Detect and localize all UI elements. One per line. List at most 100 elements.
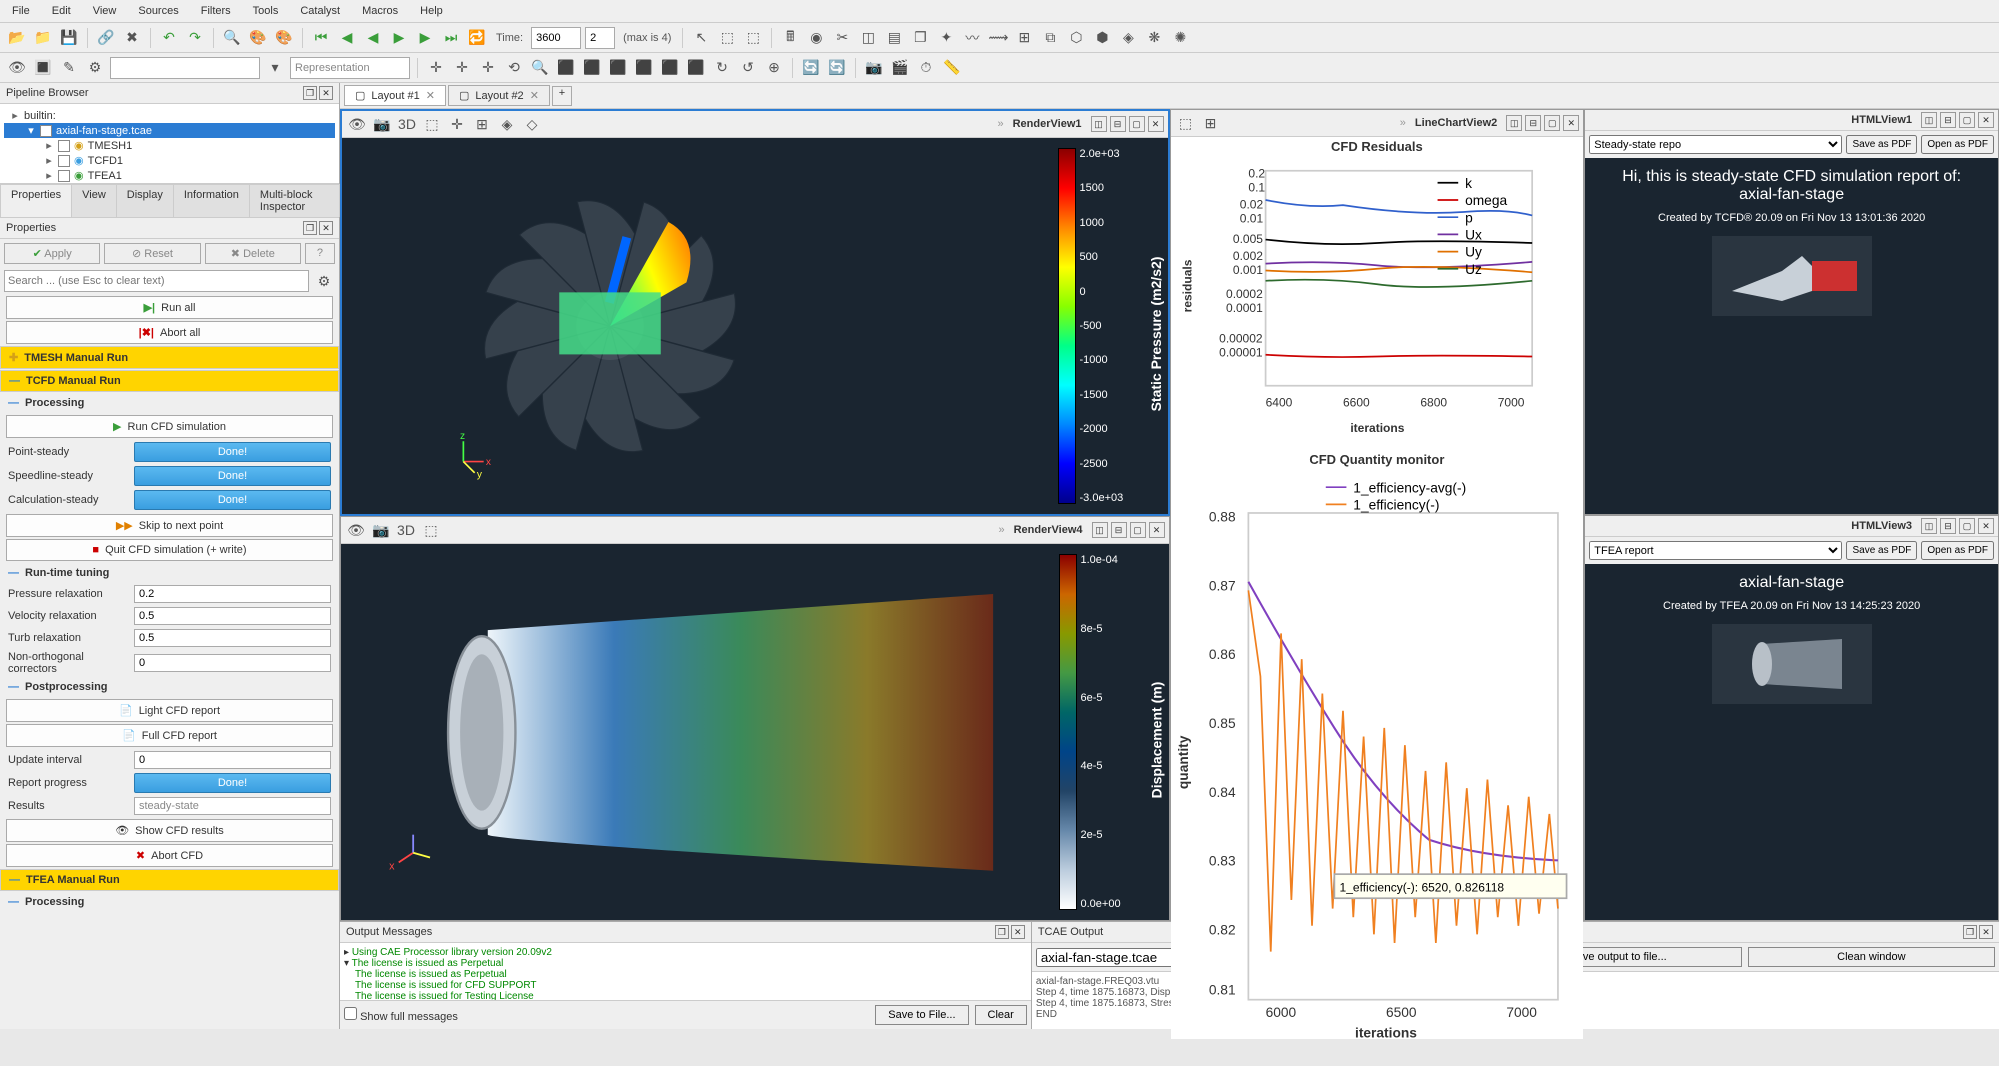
rot90-icon[interactable]: ↻ (711, 57, 733, 79)
hv3-v-icon[interactable]: ⊟ (1940, 518, 1956, 534)
rv4-btn3-icon[interactable]: ⬚ (420, 519, 442, 541)
runtime-section[interactable]: —Run-time tuning (0, 563, 339, 583)
rv1-3d-icon[interactable]: 3D (396, 113, 418, 135)
lc2-close-icon[interactable]: ✕ (1563, 115, 1579, 131)
tool6-icon[interactable]: ✺ (1169, 27, 1191, 49)
output-messages[interactable]: ▸ Using CAE Processor library version 20… (340, 943, 1031, 1000)
search-input[interactable] (4, 270, 309, 292)
rv1-btn1-icon[interactable]: 👁 (346, 113, 368, 135)
abort-all-button[interactable]: |✖|Abort all (6, 321, 333, 344)
point-steady-done[interactable]: Done! (134, 442, 331, 462)
tab-properties[interactable]: Properties (0, 184, 72, 217)
reset-camera-icon[interactable]: ⟲ (503, 57, 525, 79)
hv1-open-button[interactable]: Open as PDF (1921, 135, 1994, 154)
clear-button[interactable]: Clear (975, 1005, 1027, 1025)
rv4-btn1-icon[interactable]: 👁 (345, 519, 367, 541)
rv1-btn4-icon[interactable]: ✛ (446, 113, 468, 135)
pz-icon[interactable]: ⬛ (659, 57, 681, 79)
split-h-icon[interactable]: ◫ (1091, 116, 1107, 132)
glyph-icon[interactable]: ✦ (935, 27, 957, 49)
light-report-button[interactable]: 📄Light CFD report (6, 699, 333, 722)
rv4-split-h-icon[interactable]: ◫ (1092, 522, 1108, 538)
lc2-max-icon[interactable]: ▢ (1544, 115, 1560, 131)
apply-button[interactable]: ✔ Apply (4, 243, 100, 264)
render-view-1[interactable]: 👁 📷 3D ⬚ ✛ ⊞ ◈ ◇ » RenderView1 ◫ ⊟ ▢ (340, 109, 1170, 516)
save-icon[interactable]: 📁 (32, 27, 54, 49)
hv1-report-select[interactable]: Steady-state repo (1589, 135, 1842, 154)
menu-view[interactable]: View (89, 3, 121, 19)
undock-icon[interactable]: ❐ (303, 86, 317, 100)
save-to-file-button[interactable]: Save to File... (875, 1005, 968, 1025)
play-reverse-icon[interactable]: ◀ (362, 27, 384, 49)
clip-icon[interactable]: ✂ (831, 27, 853, 49)
menu-macros[interactable]: Macros (358, 3, 402, 19)
split-v-icon[interactable]: ⊟ (1110, 116, 1126, 132)
close2-icon[interactable]: ✕ (319, 221, 333, 235)
rv4-split-v-icon[interactable]: ⊟ (1111, 522, 1127, 538)
prev-frame-icon[interactable]: ◀ (336, 27, 358, 49)
axis-y-icon[interactable]: ✛ (451, 57, 473, 79)
tree-item-tcae[interactable]: ▾axial-fan-stage.tcae (4, 123, 335, 138)
speedline-done[interactable]: Done! (134, 466, 331, 486)
run-all-button[interactable]: ▶|Run all (6, 296, 333, 319)
lc2-btn2-icon[interactable]: ⊞ (1200, 112, 1222, 134)
menu-help[interactable]: Help (416, 3, 447, 19)
hv3-report-select[interactable]: TFEA report (1589, 541, 1842, 560)
menu-sources[interactable]: Sources (134, 3, 182, 19)
tab-information[interactable]: Information (173, 184, 250, 217)
tcae-undock-icon[interactable]: ❐ (1963, 925, 1977, 939)
rv1-btn5-icon[interactable]: ⊞ (471, 113, 493, 135)
nx-icon[interactable]: ⬛ (581, 57, 603, 79)
results-select[interactable] (134, 797, 331, 815)
layout-tab-1[interactable]: ▢Layout #1✕ (344, 85, 446, 106)
threshold-icon[interactable]: ▤ (883, 27, 905, 49)
tab-view[interactable]: View (71, 184, 117, 217)
rv1-btn2-icon[interactable]: 📷 (371, 113, 393, 135)
undock2-icon[interactable]: ❐ (303, 221, 317, 235)
add-layout-button[interactable]: + (552, 86, 572, 106)
last-frame-icon[interactable]: ⏭ (440, 27, 462, 49)
eyedrop-icon[interactable]: ✎ (58, 57, 80, 79)
delete-button[interactable]: ✖ Delete (205, 243, 301, 264)
html-view-1[interactable]: HTMLView1 ◫ ⊟ ▢ ✕ Steady-state repo Save… (1584, 109, 1999, 515)
press-relax-input[interactable] (134, 585, 331, 603)
processing-section[interactable]: —Processing (0, 393, 339, 413)
menu-tools[interactable]: Tools (249, 3, 283, 19)
reset-button[interactable]: ⊘ Reset (104, 243, 200, 264)
html-view-3[interactable]: HTMLView3 ◫ ⊟ ▢ ✕ TFEA report Save as PD… (1584, 515, 1999, 921)
screenshot-icon[interactable]: 📷 (863, 57, 885, 79)
tfea-section[interactable]: —TFEA Manual Run (0, 869, 339, 891)
menu-file[interactable]: File (8, 3, 34, 19)
tcae-close-icon[interactable]: ✕ (1979, 925, 1993, 939)
menu-filters[interactable]: Filters (197, 3, 235, 19)
line-chart-view-2[interactable]: ⬚ ⊞ »LineChartView2 ◫ ⊟ ▢ ✕ CFD Residual… (1170, 109, 1585, 422)
calc-done[interactable]: Done! (134, 490, 331, 510)
postproc-section[interactable]: —Postprocessing (0, 677, 339, 697)
slice-icon[interactable]: ◫ (857, 27, 879, 49)
close-icon[interactable]: ✕ (319, 86, 333, 100)
edit-icon[interactable]: ⚙ (84, 57, 106, 79)
contour-icon[interactable]: ◉ (805, 27, 827, 49)
processing2-section[interactable]: —Processing (0, 892, 339, 912)
rv4-close-icon[interactable]: ✕ (1149, 522, 1165, 538)
out-undock-icon[interactable]: ❐ (995, 925, 1009, 939)
show-results-button[interactable]: 👁Show CFD results (6, 819, 333, 842)
reload-icon[interactable]: 🔄 (826, 57, 848, 79)
extract-icon[interactable]: ❐ (909, 27, 931, 49)
lc2-v-icon[interactable]: ⊟ (1525, 115, 1541, 131)
select-cells-icon[interactable]: ⬚ (716, 27, 738, 49)
tool4-icon[interactable]: ◈ (1117, 27, 1139, 49)
hv1-max-icon[interactable]: ▢ (1959, 112, 1975, 128)
tree-item-builtin[interactable]: ▸builtin: (4, 108, 335, 123)
select-points-icon[interactable]: ↖ (690, 27, 712, 49)
update-int-input[interactable] (134, 751, 331, 769)
full-report-button[interactable]: 📄Full CFD report (6, 724, 333, 747)
menu-catalyst[interactable]: Catalyst (296, 3, 344, 19)
zoom-data-icon[interactable]: 🔍 (529, 57, 551, 79)
redo-icon[interactable]: ↷ (184, 27, 206, 49)
report-prog-done[interactable]: Done! (134, 773, 331, 793)
hv3-close-icon[interactable]: ✕ (1978, 518, 1994, 534)
group-icon[interactable]: ⊞ (1013, 27, 1035, 49)
tmesh-section[interactable]: ✚TMESH Manual Run (0, 346, 339, 369)
py-icon[interactable]: ⬛ (607, 57, 629, 79)
